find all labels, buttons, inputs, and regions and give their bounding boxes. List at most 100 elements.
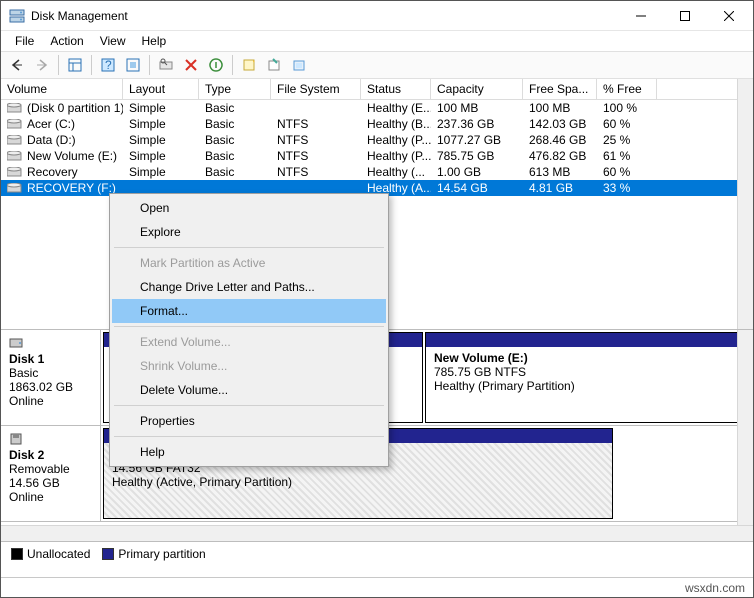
cell-free: 142.03 GB [523,116,597,132]
delete-button[interactable] [180,54,202,76]
properties-button[interactable] [205,54,227,76]
menu-separator [114,326,384,327]
volume-table: Volume Layout Type File System Status Ca… [1,79,753,196]
cell-status: Healthy (E... [361,100,431,116]
table-row[interactable]: RecoverySimpleBasicNTFSHealthy (...1.00 … [1,164,753,180]
cell-free: 100 MB [523,100,597,116]
horizontal-scrollbar[interactable] [1,525,753,541]
disk2-size: 14.56 GB [9,476,60,490]
cell-capacity: 1.00 GB [431,164,523,180]
menu-item-format[interactable]: Format... [112,299,386,323]
menu-item-help[interactable]: Help [112,440,386,464]
cell-capacity: 14.54 GB [431,180,523,196]
menu-item-delete-volume[interactable]: Delete Volume... [112,378,386,402]
disk1-status: Online [9,394,44,408]
close-button[interactable] [707,1,751,30]
disk2-title: Disk 2 [9,448,44,462]
disk1-title: Disk 1 [9,352,44,366]
volume-icon [7,135,23,145]
table-row[interactable]: New Volume (E:)SimpleBasicNTFSHealthy (P… [1,148,753,164]
cell-pct: 100 % [597,100,657,116]
cell-free: 4.81 GB [523,180,597,196]
cell-type: Basic [199,164,271,180]
menu-action[interactable]: Action [42,32,91,50]
cell-pct: 61 % [597,148,657,164]
rescan-button[interactable] [155,54,177,76]
menu-item-mark-partition-as-active: Mark Partition as Active [112,251,386,275]
col-free[interactable]: Free Spa... [523,79,597,99]
view-button[interactable] [64,54,86,76]
volume-icon [7,167,23,177]
volume-icon [7,183,23,193]
refresh-button[interactable] [122,54,144,76]
cell-capacity: 785.75 GB [431,148,523,164]
forward-button[interactable] [31,54,53,76]
attach-button[interactable] [263,54,285,76]
volume-icon [7,151,23,161]
cell-type: Basic [199,100,271,116]
col-status[interactable]: Status [361,79,431,99]
back-button[interactable] [6,54,28,76]
menu-item-properties[interactable]: Properties [112,409,386,433]
legend-unallocated: Unallocated [27,547,90,561]
menu-bar: File Action View Help [1,31,753,51]
detach-button[interactable] [288,54,310,76]
cell-type: Basic [199,148,271,164]
table-row[interactable]: Acer (C:)SimpleBasicNTFSHealthy (B...237… [1,116,753,132]
disk1-type: Basic [9,366,38,380]
disk1-info[interactable]: Disk 1 Basic 1863.02 GB Online [1,330,101,425]
menu-item-shrink-volume: Shrink Volume... [112,354,386,378]
menu-view[interactable]: View [92,32,134,50]
cell-pct: 60 % [597,116,657,132]
menu-separator [114,436,384,437]
col-pct[interactable]: % Free [597,79,657,99]
window-title: Disk Management [31,9,619,23]
cell-free: 476.82 GB [523,148,597,164]
cell-fs: NTFS [271,164,361,180]
vertical-scrollbar[interactable] [737,79,753,329]
menu-help[interactable]: Help [134,32,175,50]
menu-item-change-drive-letter-and-paths[interactable]: Change Drive Letter and Paths... [112,275,386,299]
cell-layout: Simple [123,148,199,164]
disk2-status: Online [9,490,44,504]
diskmap-scrollbar[interactable] [737,330,753,525]
cell-volume: (Disk 0 partition 1) [27,101,123,115]
new-button[interactable] [238,54,260,76]
col-fs[interactable]: File System [271,79,361,99]
col-layout[interactable]: Layout [123,79,199,99]
cell-capacity: 237.36 GB [431,116,523,132]
legend: Unallocated Primary partition [1,541,753,565]
table-row[interactable]: Data (D:)SimpleBasicNTFSHealthy (P...107… [1,132,753,148]
menu-item-explore[interactable]: Explore [112,220,386,244]
table-row[interactable]: (Disk 0 partition 1)SimpleBasic Healthy (… [1,100,753,116]
maximize-button[interactable] [663,1,707,30]
menu-item-open[interactable]: Open [112,196,386,220]
cell-status: Healthy (P... [361,132,431,148]
cell-capacity: 100 MB [431,100,523,116]
cell-volume: Data (D:) [27,133,76,147]
toolbar: ? [1,51,753,79]
cell-volume: RECOVERY (F:) [27,181,116,195]
legend-swatch-unallocated [11,548,23,560]
disk1-vol-e[interactable]: New Volume (E:) 785.75 GB NTFS Healthy (… [425,332,751,423]
vol-e-line2: 785.75 GB NTFS [434,365,526,379]
menu-separator [114,405,384,406]
cell-status: Healthy (... [361,164,431,180]
cell-volume: Recovery [27,165,78,179]
menu-file[interactable]: File [7,32,42,50]
menu-separator [114,247,384,248]
hdd-icon [9,336,23,350]
col-volume[interactable]: Volume [1,79,123,99]
col-type[interactable]: Type [199,79,271,99]
col-capacity[interactable]: Capacity [431,79,523,99]
app-icon [9,8,25,24]
help-button[interactable]: ? [97,54,119,76]
vol-e-name: New Volume (E:) [434,351,528,365]
cell-volume: Acer (C:) [27,117,75,131]
cell-pct: 60 % [597,164,657,180]
disk2-info[interactable]: Disk 2 Removable 14.56 GB Online [1,426,101,521]
removable-icon [9,432,23,446]
cell-layout: Simple [123,100,199,116]
minimize-button[interactable] [619,1,663,30]
cell-type: Basic [199,116,271,132]
